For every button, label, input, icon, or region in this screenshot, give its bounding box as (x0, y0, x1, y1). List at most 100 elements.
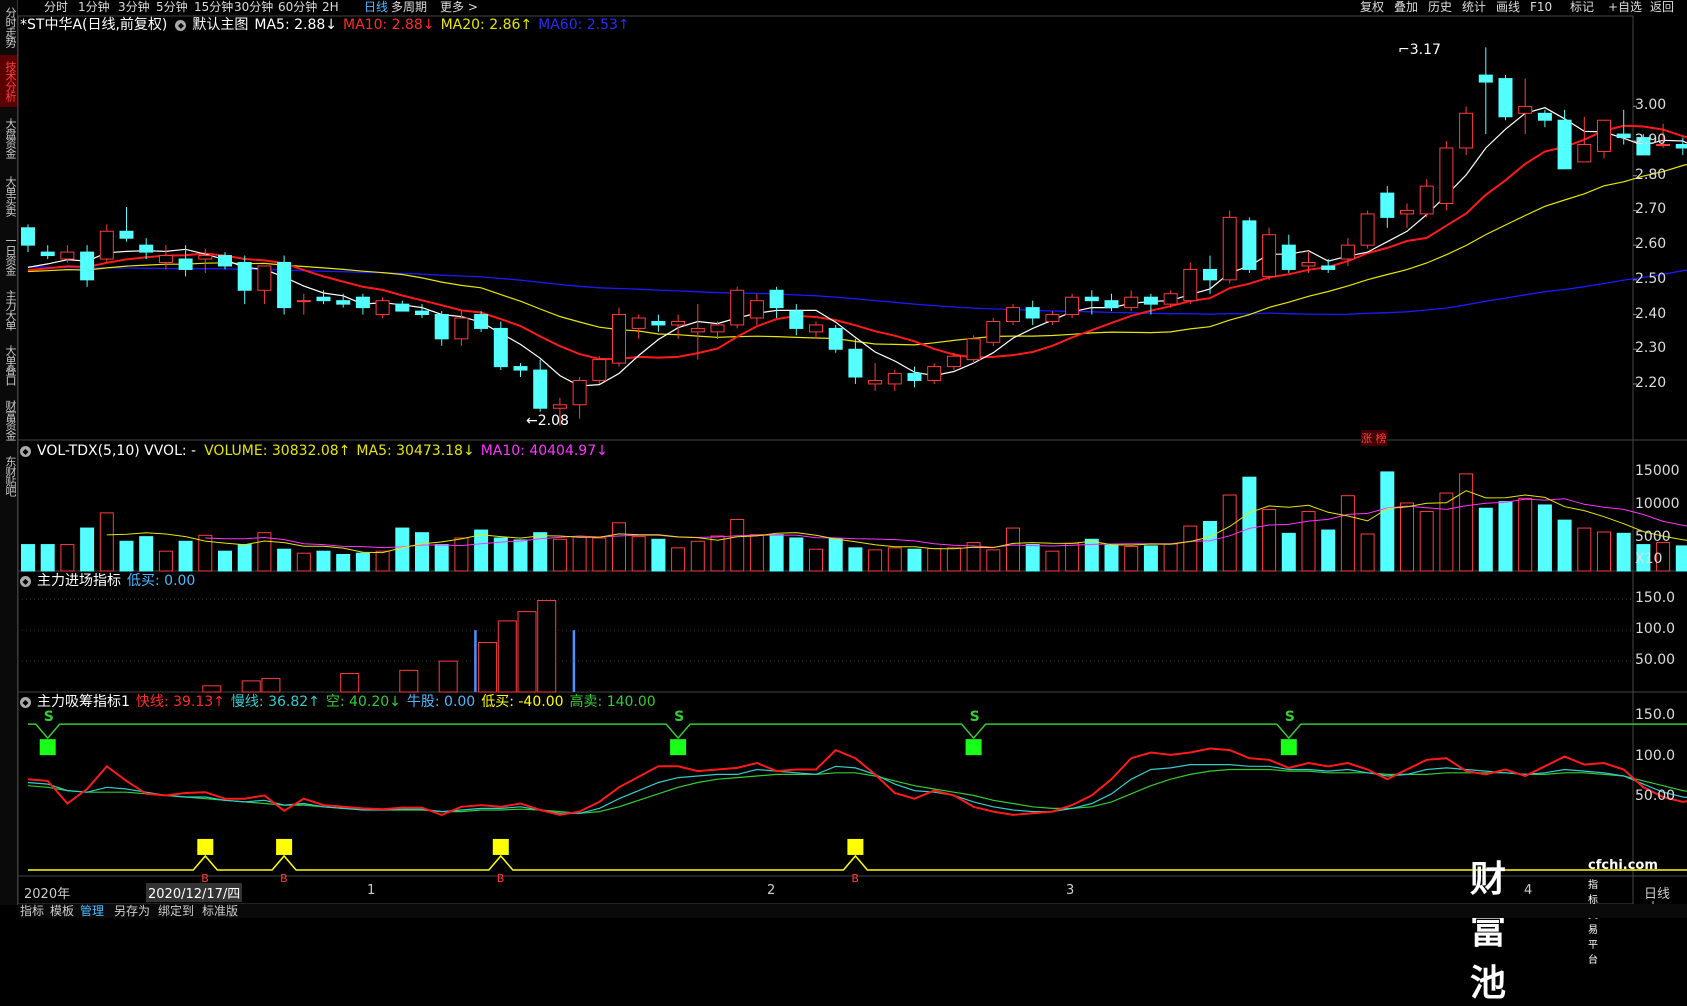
entry-bar[interactable] (261, 677, 281, 693)
candle[interactable] (828, 327, 843, 350)
candle[interactable] (749, 300, 764, 319)
volume-bar[interactable] (1498, 501, 1513, 572)
candle[interactable] (1065, 296, 1080, 316)
candle[interactable] (336, 300, 351, 305)
candle[interactable] (789, 310, 804, 329)
candle[interactable] (60, 251, 75, 260)
volume-bar[interactable] (828, 538, 843, 572)
volume-bar[interactable] (1124, 546, 1139, 572)
candle[interactable] (1478, 74, 1493, 83)
volume-bar[interactable] (434, 544, 449, 572)
bottom-tab-0[interactable]: 指标 (20, 904, 44, 918)
template-label[interactable]: 默认主图 (192, 17, 248, 33)
volume-bar[interactable] (1045, 550, 1060, 572)
entry-bar[interactable] (399, 669, 419, 693)
candle[interactable] (1183, 268, 1198, 302)
candle[interactable] (355, 296, 370, 309)
candle[interactable] (257, 265, 272, 291)
volume-bar[interactable] (395, 527, 410, 572)
candle[interactable] (868, 379, 883, 385)
candle[interactable] (1006, 307, 1020, 322)
candle[interactable] (927, 366, 942, 381)
volume-bar[interactable] (139, 536, 154, 572)
candle[interactable] (533, 369, 548, 409)
candle[interactable] (1577, 144, 1592, 163)
entry-bar[interactable] (241, 680, 261, 693)
candle[interactable] (651, 320, 666, 326)
volume-bar[interactable] (986, 549, 1001, 572)
candle[interactable] (1557, 119, 1572, 170)
buy-signal-marker[interactable] (492, 838, 509, 855)
volume-bar[interactable] (1006, 527, 1020, 572)
sell-signal-marker[interactable] (965, 739, 982, 756)
candle[interactable] (493, 327, 508, 368)
candle[interactable] (1400, 209, 1414, 215)
candle[interactable] (887, 373, 902, 385)
volume-bar[interactable] (80, 527, 95, 572)
bottom-tab-2[interactable]: 管理 (80, 904, 104, 918)
candle[interactable] (474, 314, 489, 329)
volume-bar[interactable] (1242, 476, 1257, 572)
volume-bar[interactable] (1065, 542, 1080, 572)
settings-icon[interactable]: ◆ (20, 575, 31, 587)
entry-title[interactable]: 主力进场指标 (37, 573, 121, 589)
volume-bar[interactable] (355, 552, 370, 572)
candle[interactable] (1301, 261, 1316, 267)
volume-bar[interactable] (513, 539, 528, 572)
volume-bar[interactable] (1281, 532, 1296, 572)
candle[interactable] (612, 314, 626, 364)
volume-bar[interactable] (749, 534, 764, 572)
volume-bar[interactable] (671, 547, 686, 572)
entry-bar[interactable] (202, 685, 222, 693)
candle[interactable] (139, 244, 154, 253)
candle[interactable] (809, 324, 823, 333)
candle[interactable] (1203, 268, 1217, 281)
candle[interactable] (375, 300, 390, 316)
volume-bar[interactable] (769, 534, 784, 572)
volume-bar[interactable] (474, 529, 489, 572)
volume-bar[interactable] (1439, 492, 1454, 572)
entry-bar[interactable] (478, 642, 498, 693)
candle[interactable] (1124, 296, 1139, 309)
volume-bar[interactable] (552, 538, 567, 572)
volume-bar[interactable] (651, 538, 666, 572)
entry-bar[interactable] (497, 620, 517, 693)
volume-bar[interactable] (1360, 533, 1375, 572)
candle[interactable] (21, 227, 35, 246)
volume-bar[interactable] (1183, 525, 1198, 572)
volume-bar[interactable] (887, 547, 902, 572)
candle[interactable] (434, 314, 449, 340)
vol-title[interactable]: VOL-TDX(5,10) VVOL: - (37, 443, 196, 459)
absorb-title[interactable]: 主力吸筹指标1 (37, 694, 130, 710)
candle[interactable] (552, 404, 567, 409)
candle[interactable] (1045, 314, 1060, 322)
candle[interactable] (198, 255, 213, 260)
candle[interactable] (1242, 220, 1257, 270)
volume-bar[interactable] (1025, 544, 1040, 572)
volume-bar[interactable] (1143, 545, 1158, 572)
volume-bar[interactable] (99, 512, 114, 572)
volume-bar[interactable] (572, 536, 587, 572)
volume-bar[interactable] (1222, 494, 1237, 572)
volume-bar[interactable] (158, 550, 173, 572)
volume-bar[interactable] (789, 537, 804, 572)
candle[interactable] (1143, 296, 1158, 305)
candle[interactable] (710, 324, 725, 333)
volume-bar[interactable] (296, 552, 311, 572)
volume-bar[interactable] (237, 544, 252, 572)
buy-signal-marker[interactable] (847, 838, 864, 855)
candle[interactable] (513, 366, 528, 371)
settings-icon[interactable]: ◆ (20, 445, 31, 457)
volume-bar[interactable] (809, 548, 823, 572)
candle[interactable] (277, 261, 292, 309)
volume-bar[interactable] (1262, 509, 1277, 572)
volume-bar[interactable] (690, 540, 705, 572)
candle[interactable] (99, 230, 114, 260)
volume-bar[interactable] (60, 544, 75, 572)
candle[interactable] (1597, 119, 1611, 152)
candle[interactable] (848, 348, 863, 378)
candle[interactable] (1498, 78, 1513, 118)
bottom-tab-3[interactable]: 另存为 (114, 904, 150, 918)
candle[interactable] (1222, 216, 1237, 281)
volume-bar[interactable] (415, 532, 429, 572)
